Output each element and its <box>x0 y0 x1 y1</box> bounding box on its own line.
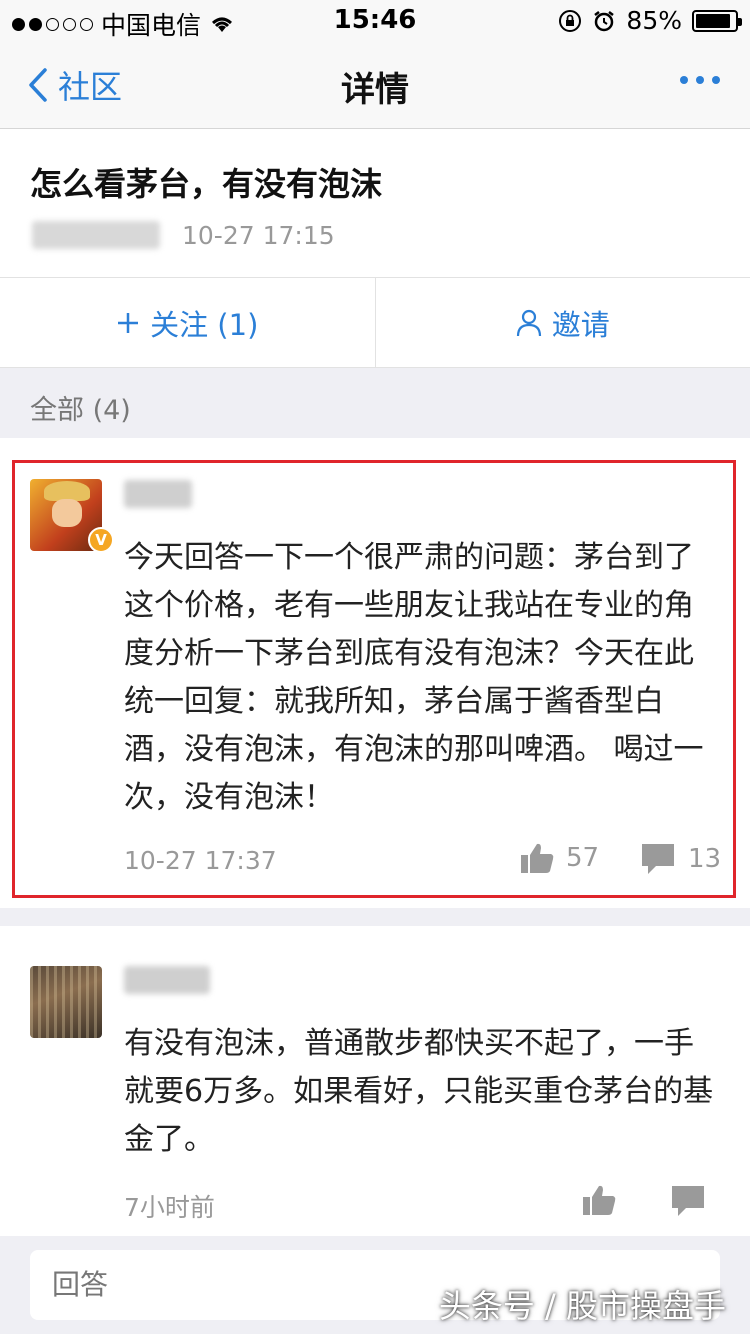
answer-card: 有没有泡沫，普通散步都快买不起了，一手就要6万多。如果看好，只能买重仓茅台的基金… <box>0 926 750 1236</box>
answer-card: V 今天回答一下一个很严肃的问题：茅台到了这个价格，老有一些朋友让我站在专业的角… <box>0 438 750 908</box>
all-answers-label[interactable]: 全部 (4) <box>30 388 131 427</box>
like-count: 57 <box>566 843 600 873</box>
battery-percent: 85% <box>626 6 682 35</box>
answer-time: 10-27 17:37 <box>124 846 277 875</box>
watermark: 头条号 / 股市操盘手 <box>438 1287 726 1325</box>
follow-button[interactable]: 关注 (1) <box>0 278 375 367</box>
comment-icon <box>642 844 674 874</box>
question-title: 怎么看茅台，有没有泡沫 <box>30 165 383 203</box>
alarm-icon <box>594 10 615 31</box>
like-button[interactable] <box>582 1184 616 1216</box>
comment-icon <box>672 1186 704 1216</box>
action-row: 关注 (1) 邀请 <box>0 278 750 368</box>
answer-time: 7小时前 <box>124 1193 215 1222</box>
answers-section-header: 全部 (4) <box>0 368 750 438</box>
status-right: 85% <box>558 6 742 35</box>
nav-bar: 社区 详情 <box>0 40 750 129</box>
status-bar: 中国电信 15:46 85% <box>0 0 750 40</box>
page-title: 详情 <box>341 70 409 110</box>
answer-body: 今天回答一下一个很严肃的问题：茅台到了这个价格，老有一些朋友让我站在专业的角度分… <box>124 540 704 815</box>
thumbs-up-icon <box>583 1185 616 1215</box>
rotation-lock-icon <box>559 9 582 32</box>
username-blurred[interactable] <box>124 966 210 994</box>
post-header: 怎么看茅台，有没有泡沫 10-27 17:15 <box>0 129 750 278</box>
username-blurred[interactable] <box>124 480 192 508</box>
thumbs-up-icon <box>521 843 554 873</box>
more-icon[interactable] <box>680 76 720 84</box>
post-time: 10-27 17:15 <box>182 221 335 250</box>
follow-label: 关注 (1) <box>150 307 259 342</box>
comment-button[interactable]: 13 <box>640 842 721 876</box>
avatar[interactable] <box>30 966 102 1038</box>
answer-body: 有没有泡沫，普通散步都快买不起了，一手就要6万多。如果看好，只能买重仓茅台的基金… <box>124 1026 714 1157</box>
comment-button[interactable] <box>670 1184 706 1218</box>
like-button[interactable]: 57 <box>520 842 599 874</box>
battery-icon <box>692 9 742 32</box>
invite-button[interactable]: 邀请 <box>376 278 750 367</box>
verified-badge-icon: V <box>88 527 114 553</box>
plus-icon <box>118 312 139 333</box>
author-name-blurred[interactable] <box>32 221 160 249</box>
invite-label: 邀请 <box>551 307 610 342</box>
comment-count: 13 <box>688 844 722 874</box>
person-icon <box>516 309 541 336</box>
